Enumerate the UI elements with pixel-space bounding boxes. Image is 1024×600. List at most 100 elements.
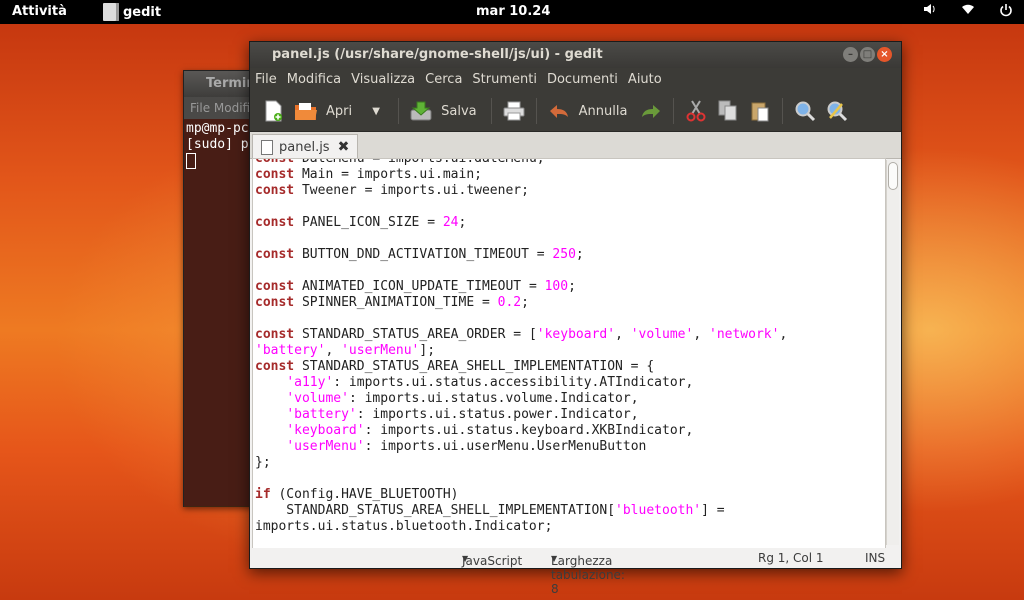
terminal-line: mp@mp-pc — [186, 121, 249, 136]
language-label: JavaScript — [462, 554, 523, 568]
code-line: 'keyboard': imports.ui.status.keyboard.X… — [255, 423, 885, 439]
code-token: }; — [255, 455, 271, 470]
terminal-line: [sudo] p — [186, 137, 249, 152]
code-line: const STANDARD_STATUS_AREA_SHELL_IMPLEME… — [255, 359, 885, 375]
code-token: 'volume' — [286, 391, 349, 406]
cursor-position: Rg 1, Col 1 — [758, 551, 824, 565]
close-icon[interactable]: × — [877, 47, 892, 62]
power-icon[interactable] — [998, 3, 1014, 21]
code-token: const — [255, 295, 295, 310]
gedit-titlebar[interactable]: panel.js (/usr/share/gnome-shell/js/ui) … — [250, 42, 901, 68]
toolbar-separator — [535, 98, 537, 124]
chevron-down-icon: ▼ — [551, 554, 558, 563]
code-token: ; — [458, 215, 467, 230]
code-token: 'network' — [709, 327, 780, 342]
wifi-icon[interactable] — [960, 3, 976, 21]
code-token: ANIMATED_ICON_UPDATE_TIMEOUT = — [294, 279, 545, 294]
gedit-app-icon — [103, 3, 119, 21]
clock[interactable]: mar 10.24 — [476, 4, 550, 19]
code-token: 'a11y' — [286, 375, 334, 390]
gedit-window[interactable]: panel.js (/usr/share/gnome-shell/js/ui) … — [249, 41, 902, 596]
vertical-scrollbar[interactable] — [886, 160, 899, 545]
code-token: DateMenu = imports.ui.dateMenu; — [294, 158, 545, 166]
toolbar: Apri ▼ Salva Annulla — [250, 91, 901, 132]
cut-icon[interactable] — [684, 99, 708, 123]
text-editor[interactable]: const DateMenu = imports.ui.dateMenu; con… — [252, 158, 886, 549]
volume-icon[interactable] — [922, 3, 938, 21]
code-token: STANDARD_STATUS_AREA_SHELL_IMPLEMENTATIO… — [294, 359, 655, 374]
code-token: 250 — [552, 247, 576, 262]
menubar: File Modifica Visualizza Cerca Strumenti… — [250, 68, 901, 91]
tab-close-icon[interactable]: ✖ — [338, 139, 350, 155]
code-token: 100 — [544, 279, 569, 294]
save-icon[interactable] — [409, 99, 433, 123]
undo-icon[interactable] — [547, 99, 571, 123]
toolbar-separator — [673, 98, 675, 124]
toolbar-separator — [490, 98, 492, 124]
code-view[interactable]: const DateMenu = imports.ui.dateMenu; con… — [253, 158, 885, 535]
search-icon[interactable] — [793, 99, 817, 123]
code-token: : imports.ui.status.accessibility.ATIndi… — [333, 375, 694, 390]
menu-help[interactable]: Aiuto — [628, 72, 662, 87]
code-line: const SPINNER_ANIMATION_TIME = 0.2; — [255, 295, 885, 311]
code-token: : imports.ui.status.keyboard.XKBIndicato… — [364, 423, 694, 438]
code-line: const DateMenu = imports.ui.dateMenu; — [255, 158, 885, 167]
code-line: const ANIMATED_ICON_UPDATE_TIMEOUT = 100… — [255, 279, 885, 295]
print-icon[interactable] — [502, 99, 526, 123]
paste-icon[interactable] — [748, 99, 772, 123]
code-token: 'volume' — [630, 327, 694, 342]
code-token: imports.ui.status.bluetooth.Indicator; — [255, 519, 553, 534]
code-line: }; — [255, 455, 885, 471]
open-button[interactable]: Apri — [326, 104, 352, 119]
code-token: const — [255, 183, 295, 198]
new-document-icon[interactable] — [262, 99, 286, 123]
toolbar-separator — [782, 98, 784, 124]
code-line: 'battery': imports.ui.status.power.Indic… — [255, 407, 885, 423]
code-token: 'bluetooth' — [615, 503, 702, 518]
app-menu[interactable]: gedit — [103, 0, 161, 24]
scrollbar-thumb[interactable] — [888, 162, 898, 190]
code-token: 'battery' — [286, 407, 357, 422]
code-token: (Config.HAVE_BLUETOOTH) — [270, 487, 459, 502]
code-line: STANDARD_STATUS_AREA_SHELL_IMPLEMENTATIO… — [255, 503, 885, 519]
toolbar-separator — [398, 98, 400, 124]
maximize-icon[interactable]: □ — [860, 47, 875, 62]
menu-documents[interactable]: Documenti — [547, 72, 618, 87]
menu-search[interactable]: Cerca — [425, 72, 462, 87]
activities-button[interactable]: Attività — [12, 4, 67, 19]
search-replace-icon[interactable] — [825, 99, 849, 123]
menu-edit[interactable]: Modifica — [287, 72, 341, 87]
save-button[interactable]: Salva — [441, 104, 477, 119]
code-token: 'userMenu' — [286, 439, 365, 454]
open-folder-icon[interactable] — [294, 99, 318, 123]
code-token: BUTTON_DND_ACTIVATION_TIMEOUT = — [294, 247, 553, 262]
code-token: ; — [575, 247, 584, 262]
code-token: const — [255, 215, 295, 230]
redo-icon[interactable] — [639, 99, 663, 123]
tab-panel-js[interactable]: panel.js ✖ — [252, 134, 359, 159]
copy-icon[interactable] — [716, 99, 740, 123]
insert-mode: INS — [865, 551, 886, 565]
code-line: imports.ui.status.bluetooth.Indicator; — [255, 519, 885, 535]
code-line: 'userMenu': imports.ui.userMenu.UserMenu… — [255, 439, 885, 455]
menu-tools[interactable]: Strumenti — [472, 72, 537, 87]
minimize-icon[interactable]: – — [843, 47, 858, 62]
code-token: const — [255, 327, 295, 342]
code-token: const — [255, 247, 295, 262]
menu-file[interactable]: File — [255, 72, 277, 87]
code-line: const Main = imports.ui.main; — [255, 167, 885, 183]
code-line: 'volume': imports.ui.status.volume.Indic… — [255, 391, 885, 407]
code-token: if — [255, 487, 271, 502]
code-line: const STANDARD_STATUS_AREA_ORDER = ['key… — [255, 327, 885, 343]
recent-dropdown-icon[interactable]: ▼ — [364, 99, 388, 123]
window-title: panel.js (/usr/share/gnome-shell/js/ui) … — [272, 47, 603, 62]
chevron-down-icon: ▼ — [462, 554, 469, 563]
menu-view[interactable]: Visualizza — [351, 72, 415, 87]
code-token: , — [325, 343, 342, 358]
code-token: 24 — [442, 215, 459, 230]
code-token: , — [693, 327, 709, 342]
undo-button[interactable]: Annulla — [579, 104, 628, 119]
